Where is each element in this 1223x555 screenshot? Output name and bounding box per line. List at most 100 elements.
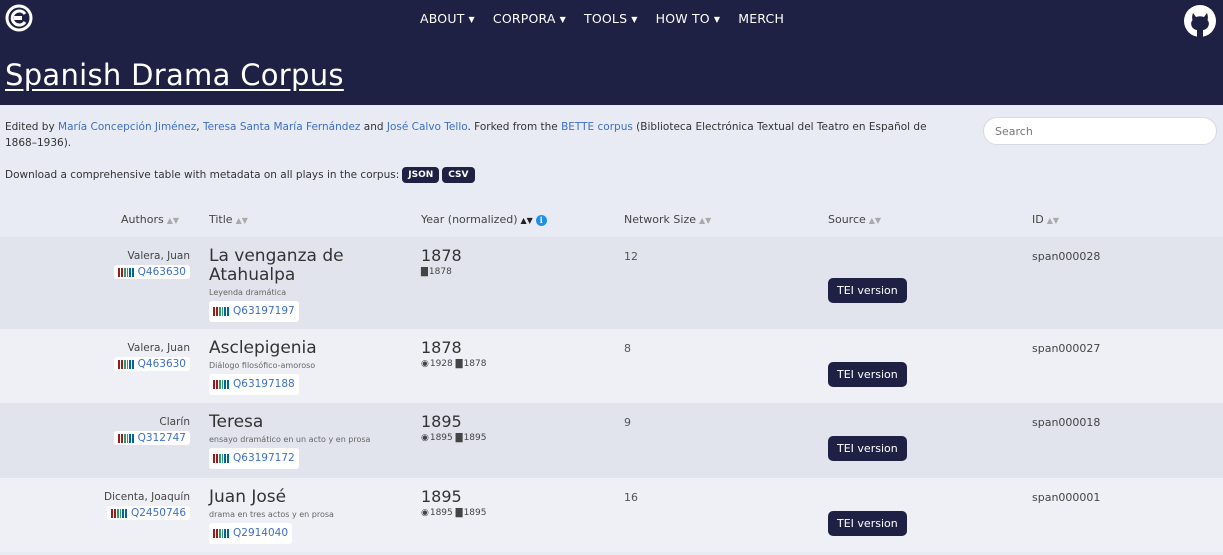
table-row: Dicenta, Joaquín Q2450746 Juan José dram…	[0, 478, 1223, 552]
network-size: 9	[624, 416, 631, 429]
play-title[interactable]: Teresa	[209, 413, 409, 432]
wikidata-icon	[213, 380, 229, 389]
book-icon: ▇	[455, 433, 463, 443]
main-nav: ABOUT ▼ CORPORA ▼ TOOLS ▼ HOW TO ▼ MERCH	[420, 11, 784, 26]
network-size: 8	[624, 342, 631, 355]
author-cell: Valera, Juan Q463630	[113, 342, 190, 372]
caret-down-icon: ▼	[559, 15, 567, 24]
author-cell: Valera, Juan Q463630	[113, 250, 190, 280]
title-cell: Asclepigenia Diálogo filosófico-amoroso …	[209, 339, 409, 395]
year-detail: ◉1895 ▇1895	[421, 433, 487, 443]
nav-corpora[interactable]: CORPORA ▼	[493, 11, 566, 26]
play-subtitle: Diálogo filosófico-amoroso	[209, 361, 316, 370]
sort-icon: ▲▼	[699, 216, 712, 225]
tei-version-button[interactable]: TEI version	[828, 278, 907, 303]
theater-masks-icon: ◉	[421, 433, 429, 443]
network-size: 12	[624, 250, 638, 263]
caret-down-icon: ▼	[468, 15, 475, 24]
editor-link[interactable]: Teresa Santa María Fernández	[203, 121, 360, 133]
year-detail: ▇1878	[421, 267, 452, 277]
play-id: span000018	[1032, 416, 1101, 429]
wikidata-link[interactable]: Q463630	[113, 265, 190, 279]
json-download-button[interactable]: JSON	[402, 167, 440, 183]
wikidata-icon	[117, 267, 134, 277]
wikidata-link[interactable]: Q63197188	[209, 374, 299, 395]
tei-version-button[interactable]: TEI version	[828, 436, 907, 461]
play-id: span000027	[1032, 342, 1101, 355]
play-title[interactable]: Juan José	[209, 488, 409, 507]
nav-about[interactable]: ABOUT ▼	[420, 11, 475, 26]
github-icon[interactable]	[1183, 4, 1217, 38]
wikidata-icon	[110, 508, 127, 518]
title-cell: Teresa ensayo dramático en un acto y en …	[209, 413, 409, 469]
edited-by-text: Edited by María Concepción Jiménez, Tere…	[5, 121, 927, 149]
tei-version-button[interactable]: TEI version	[828, 362, 907, 387]
title-cell: Juan José drama en tres actos y en prosa…	[209, 488, 409, 544]
wikidata-link[interactable]: Q312747	[113, 431, 190, 445]
header-year[interactable]: Year (normalized) ▲▼ i	[421, 213, 547, 226]
play-subtitle: drama en tres actos y en prosa	[209, 510, 334, 519]
year-normalized: 1895	[421, 487, 462, 506]
wikidata-icon	[213, 529, 229, 538]
play-id: span000001	[1032, 491, 1101, 504]
sort-icon: ▲▼	[166, 216, 180, 225]
theater-masks-icon: ◉	[421, 359, 429, 369]
wikidata-icon	[213, 307, 229, 316]
year-normalized: 1895	[421, 412, 462, 431]
wikidata-link[interactable]: Q63197172	[209, 448, 299, 469]
sort-icon: ▲▼	[868, 216, 882, 225]
author-name: Clarín	[159, 416, 190, 428]
wikidata-link[interactable]: Q463630	[113, 357, 190, 371]
nav-tools[interactable]: TOOLS ▼	[584, 11, 638, 26]
header-title[interactable]: Title ▲▼	[209, 213, 248, 226]
author-name: Valera, Juan	[127, 250, 190, 262]
wikidata-link[interactable]: Q63197197	[209, 301, 299, 322]
csv-download-button[interactable]: CSV	[442, 167, 475, 183]
author-name: Valera, Juan	[127, 342, 190, 354]
year-detail: ◉1895 ▇1895	[421, 508, 487, 518]
play-subtitle: ensayo dramático en un acto y en prosa	[209, 435, 371, 444]
play-subtitle: Leyenda dramática	[209, 288, 287, 297]
header-network-size[interactable]: Network Size ▲▼	[624, 213, 711, 226]
table-row: Clarín Q312747 Teresa ensayo dramático e…	[0, 403, 1223, 478]
wikidata-link[interactable]: Q2450746	[106, 506, 190, 520]
page-title[interactable]: Spanish Drama Corpus	[5, 58, 344, 92]
site-header: ABOUT ▼ CORPORA ▼ TOOLS ▼ HOW TO ▼ MERCH Spa…	[0, 0, 1223, 105]
intro-section: Edited by María Concepción Jiménez, Tere…	[0, 105, 1223, 237]
nav-howto[interactable]: HOW TO ▼	[656, 11, 721, 26]
bette-corpus-link[interactable]: BETTE corpus	[561, 121, 633, 133]
header-id[interactable]: ID ▲▼	[1032, 213, 1059, 226]
editor-link[interactable]: José Calvo Tello	[387, 121, 468, 133]
play-id: span000028	[1032, 250, 1101, 263]
download-line: Download a comprehensive table with meta…	[5, 167, 475, 183]
year-cell: 1878 ▇1878	[421, 246, 462, 277]
wikidata-link[interactable]: Q2914040	[209, 523, 293, 544]
wikidata-icon	[213, 454, 229, 463]
info-icon[interactable]: i	[535, 214, 547, 226]
logo-icon[interactable]	[5, 4, 33, 32]
title-cell: La venganza de Atahualpa Leyenda dramáti…	[209, 247, 409, 322]
sort-icon: ▲▼	[1046, 216, 1060, 225]
wikidata-icon	[117, 433, 134, 443]
year-cell: 1895 ◉1895 ▇1895	[421, 412, 486, 443]
year-cell: 1878 ◉1928 ▇1878	[421, 338, 486, 369]
book-icon: ▇	[455, 359, 463, 369]
caret-down-icon: ▼	[713, 15, 721, 24]
book-icon: ▇	[421, 267, 428, 277]
year-normalized: 1878	[421, 246, 462, 265]
header-authors[interactable]: Authors ▲▼	[121, 213, 179, 226]
nav-merch[interactable]: MERCH	[738, 11, 784, 26]
year-normalized: 1878	[421, 338, 462, 357]
sort-icon: ▲▼	[520, 216, 533, 225]
header-source[interactable]: Source ▲▼	[828, 213, 881, 226]
play-title[interactable]: Asclepigenia	[209, 339, 409, 358]
play-title[interactable]: La venganza de Atahualpa	[209, 247, 409, 285]
table-row: Valera, Juan Q463630 La venganza de Atah…	[0, 237, 1223, 329]
year-cell: 1895 ◉1895 ▇1895	[421, 487, 486, 518]
author-cell: Clarín Q312747	[113, 416, 190, 446]
author-cell: Dicenta, Joaquín Q2450746	[104, 491, 190, 521]
search-input[interactable]	[983, 117, 1217, 145]
editor-link[interactable]: María Concepción Jiménez	[58, 121, 196, 133]
table-row: Valera, Juan Q463630 Asclepigenia Diálog…	[0, 329, 1223, 403]
tei-version-button[interactable]: TEI version	[828, 511, 907, 536]
